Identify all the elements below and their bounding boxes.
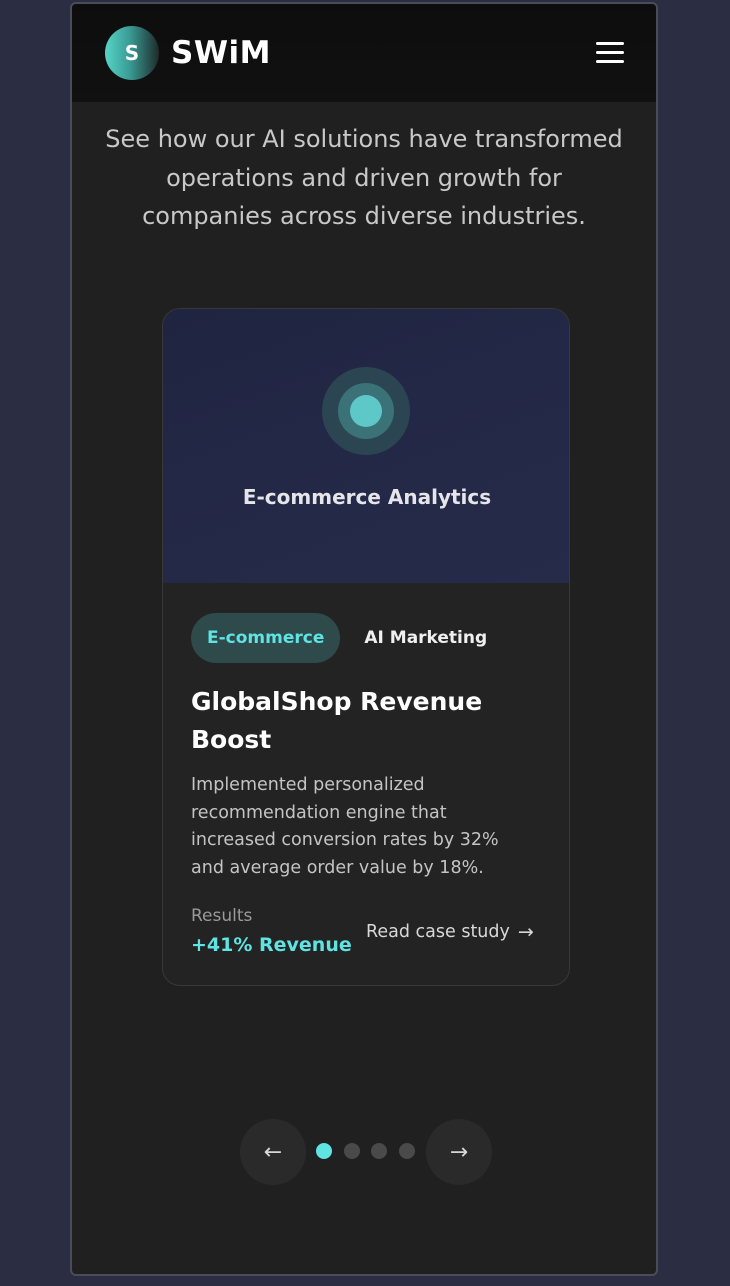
slide-dot-4[interactable] (398, 1143, 415, 1159)
target-ring (338, 383, 394, 439)
menu-bar-middle (596, 51, 624, 54)
logo-badge: S (105, 26, 159, 80)
carousel-controls: ← → (72, 1119, 656, 1185)
slide-indicators (316, 1143, 426, 1159)
case-study-title: GlobalShop Revenue Boost (191, 687, 483, 754)
logo-letter: S (124, 41, 140, 65)
tag-ecommerce[interactable]: E-commerce (191, 613, 341, 663)
brand-logo[interactable]: S SWiM (105, 26, 271, 80)
target-core (350, 395, 382, 427)
read-case-study-link[interactable]: Read case study → (366, 921, 534, 943)
slide-dot-3[interactable] (371, 1143, 387, 1159)
slide-dot-1[interactable] (316, 1143, 332, 1159)
brand-name: SWiM (171, 35, 271, 71)
read-case-study-label: Read case study (366, 922, 510, 942)
section-intro: See how our AI solutions have transforme… (105, 125, 623, 230)
next-slide-button[interactable]: → (426, 1119, 492, 1185)
results-value: +41% Revenue (191, 934, 352, 956)
phone-frame: S SWiM See how our AI solutions have tra… (70, 2, 658, 1276)
slide-dot-2[interactable] (343, 1143, 360, 1159)
arrow-right-icon: → (449, 1139, 469, 1165)
analytics-target-icon (322, 367, 410, 455)
case-study-media: E-commerce Analytics (163, 309, 569, 583)
case-study-card: E-commerce Analytics E-commerce AI Marke… (162, 308, 570, 986)
top-navigation-bar: S SWiM (72, 4, 656, 102)
tag-list: E-commerce AI Marketing (191, 613, 487, 663)
arrow-right-icon: → (517, 921, 534, 943)
menu-bar-top (596, 42, 624, 45)
menu-bar-bottom (596, 60, 624, 63)
arrow-left-icon: ← (263, 1139, 283, 1165)
hamburger-menu-icon[interactable] (596, 42, 624, 66)
results-label: Results (191, 906, 253, 926)
tag-ai-marketing[interactable]: AI Marketing (364, 628, 487, 648)
media-caption: E-commerce Analytics (242, 485, 492, 509)
case-study-description: Implemented personalized recommendation … (191, 775, 499, 878)
previous-slide-button[interactable]: ← (240, 1119, 306, 1185)
